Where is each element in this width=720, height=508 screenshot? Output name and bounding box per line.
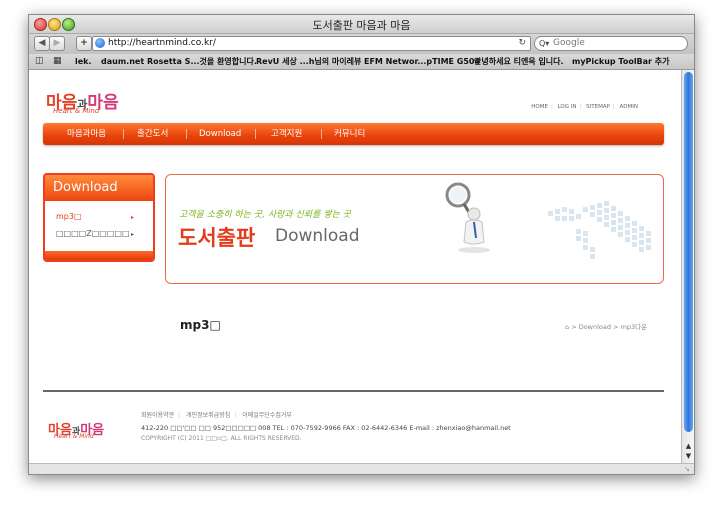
util-link-home[interactable]: HOME (531, 104, 548, 110)
site-globe-icon (95, 38, 105, 48)
sub-nav-item-mp3[interactable]: mp3□ ▸ (56, 212, 142, 221)
main-navigation: 마음과마음 출간도서 Download 고객지원 커뮤니티 (43, 123, 664, 145)
util-link-admin[interactable]: ADMIN (620, 104, 638, 110)
world-map-dots-illustration (548, 201, 651, 259)
nav-item-books[interactable]: 출간도서 (137, 123, 168, 145)
search-placeholder: Google (553, 38, 585, 48)
sub-nav-title: Download (53, 180, 118, 195)
breadcrumb: ⌂ > Download > mp3다운 (565, 323, 648, 331)
browser-toolbar: ◀ ▶ + http://heartnmind.co.kr/ ↻ Q▾ Goog… (29, 34, 694, 54)
footer-link-privacy[interactable]: 개인정보취급방침 (186, 412, 230, 419)
util-link-sitemap[interactable]: SITEMAP (586, 104, 610, 110)
footer-divider (43, 390, 664, 392)
site-logo[interactable]: 마음과마음 Heart & Mind (46, 88, 146, 120)
browser-window: 도서출판 마음과 마음 ◀ ▶ + http://heartnmind.co.k… (28, 14, 695, 475)
bookmark-item[interactable]: lek. (75, 54, 92, 69)
resize-grip-icon[interactable]: ↘ (684, 465, 693, 474)
scroll-up-arrow-icon[interactable]: ▲ (683, 441, 694, 451)
reload-icon[interactable]: ↻ (518, 37, 526, 50)
nav-item-community[interactable]: 커뮤니티 (334, 123, 365, 145)
bookmarks-book-icon[interactable]: ◫ (35, 56, 45, 66)
nav-item-support[interactable]: 고객지원 (271, 123, 302, 145)
bookmark-item[interactable]: Rosetta S...것을 환영합니다. (147, 54, 257, 69)
forward-button[interactable]: ▶ (49, 36, 65, 51)
sub-nav-item-label: mp3□ (56, 212, 82, 221)
scrollbar-thumb[interactable] (684, 72, 693, 432)
bookmarks-bar: ◫ ▦ lek. daum.net Rosetta S...것을 환영합니다. … (29, 54, 694, 70)
address-bar[interactable]: http://heartnmind.co.kr/ ↻ (92, 36, 531, 51)
url-text: http://heartnmind.co.kr/ (108, 38, 216, 48)
footer-link-terms[interactable]: 회원이용약관 (141, 412, 174, 419)
banner-subtitle: Download (275, 226, 360, 246)
footer-logo-subtitle: Heart & Mind (54, 433, 94, 440)
nav-item-download[interactable]: Download (199, 123, 241, 145)
window-title: 도서출판 마음과 마음 (312, 19, 411, 32)
add-bookmark-button[interactable]: + (76, 36, 92, 51)
sub-navigation: Download mp3□ ▸ □□□□Z□□□□□ ▸ (43, 173, 155, 262)
utility-links: HOME | LOG IN | SITEMAP | ADMIN (531, 104, 638, 110)
banner-title: 도서출판 (178, 226, 256, 250)
footer-copyright: COPYRIGHT (C) 2011 □□▫□. ALL RIGHTS RESE… (141, 435, 302, 442)
search-field[interactable]: Q▾ Google (534, 36, 688, 51)
chevron-right-icon: ▸ (130, 214, 134, 221)
sub-nav-item-label: □□□□Z□□□□□ (56, 229, 130, 238)
web-page: 마음과마음 Heart & Mind HOME | LOG IN | SITEMAP… (29, 70, 681, 463)
bookmark-item[interactable]: daum.net (101, 54, 144, 69)
search-icon: Q▾ (539, 39, 550, 48)
back-button[interactable]: ◀ (34, 36, 50, 51)
bookmark-item[interactable]: myPickup ToolBar 추가 (572, 54, 670, 69)
nav-item-about[interactable]: 마음과마음 (67, 123, 106, 145)
magnifier-figure-illustration (445, 182, 490, 253)
content-title: mp3□ (180, 318, 221, 332)
util-link-login[interactable]: LOG IN (558, 104, 577, 110)
bookmark-item[interactable]: 안녕하세요 티엔옥 입니다. (474, 54, 564, 69)
footer-logo: 마음과마음 Heart & Mind (48, 419, 138, 445)
vertical-scrollbar[interactable]: ▲ ▼ (681, 70, 694, 463)
sub-nav-header: Download (45, 175, 153, 201)
page-banner: 고객을 소중히 하는 곳, 사랑과 신뢰를 쌓는 곳 도서출판 Download (165, 174, 664, 284)
chevron-right-icon: ▸ (130, 231, 134, 238)
sub-nav-item-other[interactable]: □□□□Z□□□□□ ▸ (56, 229, 142, 238)
banner-tagline: 고객을 소중히 하는 곳, 사랑과 신뢰를 쌓는 곳 (179, 210, 351, 220)
footer-link-email-policy[interactable]: 이메일무단수집거부 (242, 412, 292, 419)
top-sites-grid-icon[interactable]: ▦ (53, 56, 63, 66)
footer-links: 회원이용약관 | 개인정보취급방침 | 이메일무단수집거부 (141, 412, 292, 419)
logo-subtitle: Heart & Mind (53, 107, 100, 115)
status-bar: ↘ (29, 463, 694, 474)
scroll-down-arrow-icon[interactable]: ▼ (683, 451, 694, 461)
bookmark-item[interactable]: RevU 세상 ...h님의 마이레뷰 (256, 54, 361, 69)
footer-address: 412-220 □□'□□ □□ 952□□□□□ 008 TEL : 070-… (141, 424, 511, 432)
title-bar: 도서출판 마음과 마음 (29, 15, 694, 34)
bookmark-item[interactable]: EFM Networ...pTIME G504 (364, 54, 480, 69)
